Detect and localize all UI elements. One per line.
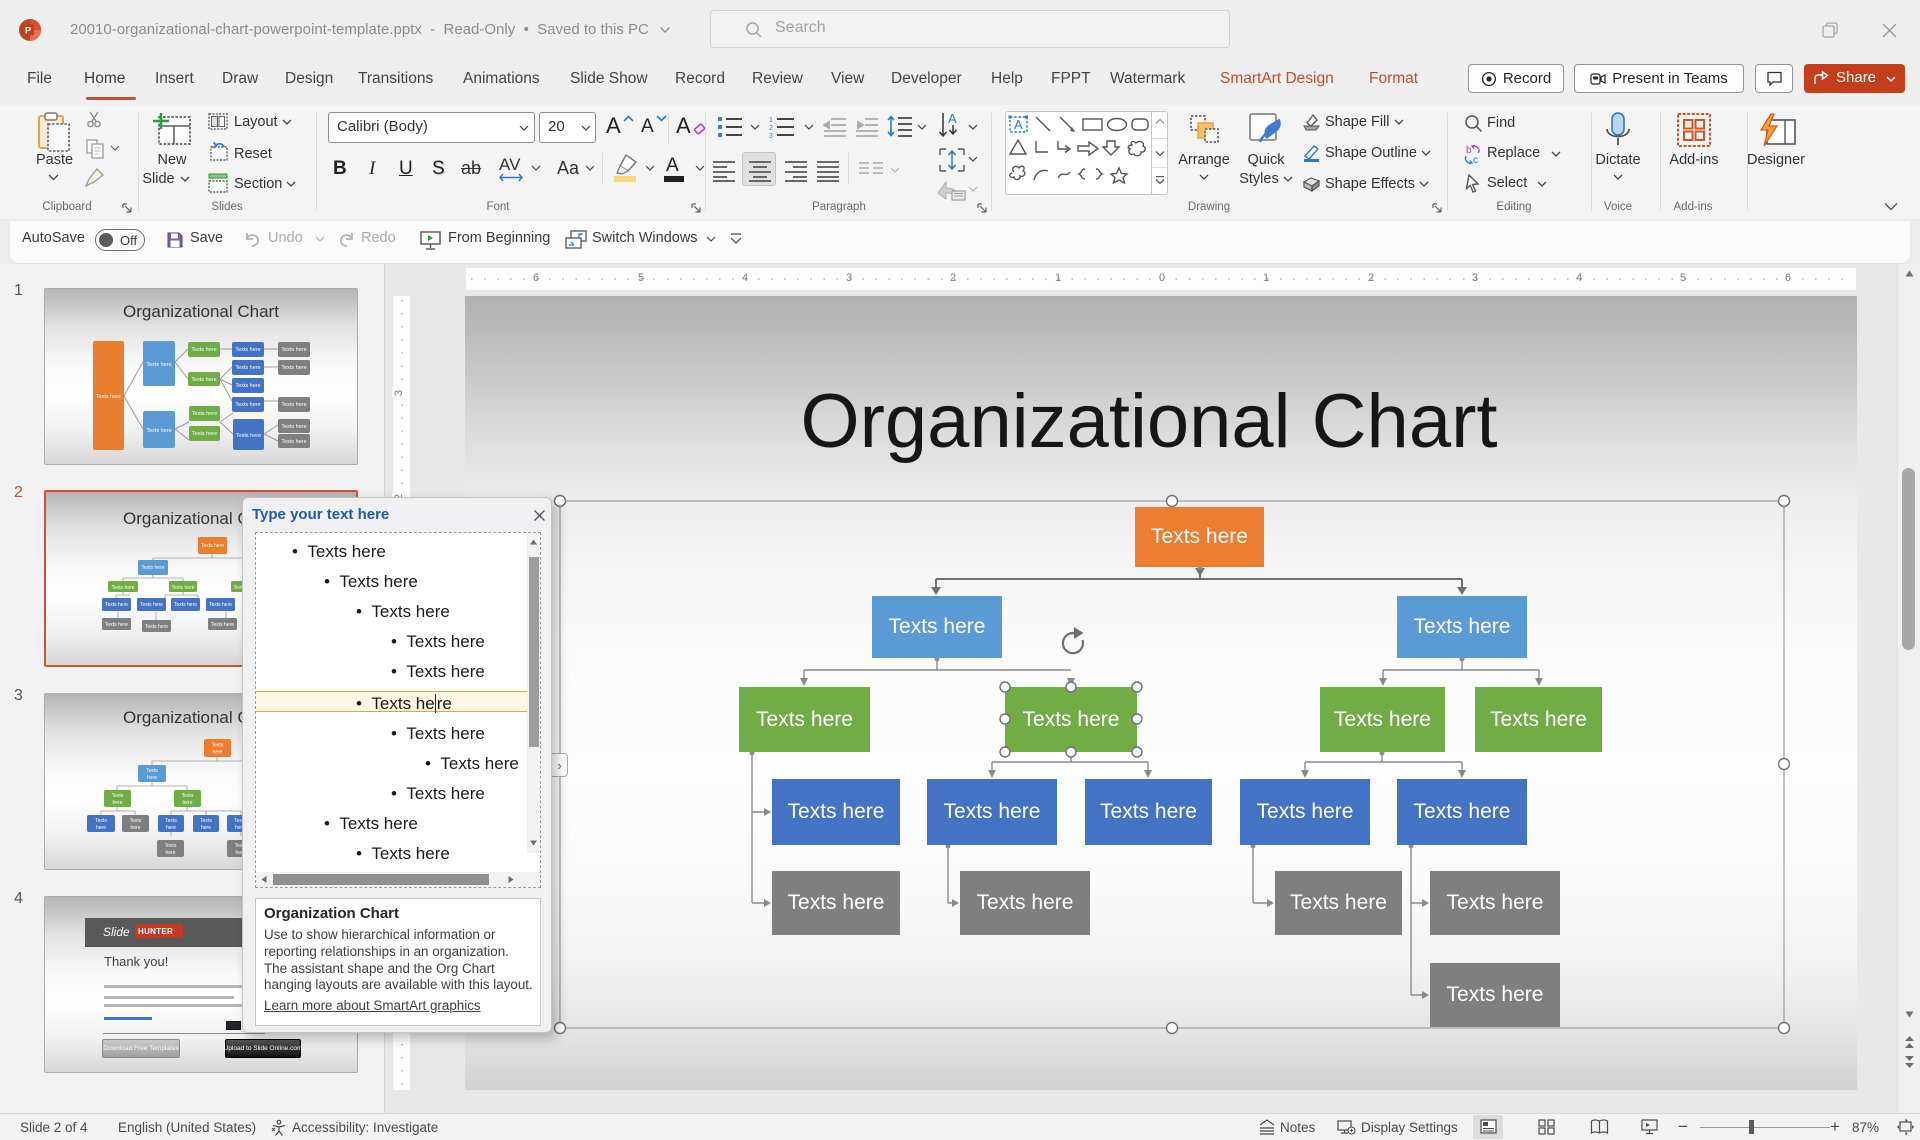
svg-text:Texts here: Texts here (281, 439, 306, 445)
svg-text:2: 2 (769, 125, 773, 132)
svg-text:A: A (948, 111, 957, 126)
svg-text:Texts here: Texts here (140, 602, 163, 608)
svg-text:Texts here: Texts here (192, 431, 217, 437)
svg-text:Texts here: Texts here (171, 585, 194, 591)
svg-text:Texts: Texts (212, 743, 224, 749)
svg-text:here: here (112, 800, 122, 806)
svg-text:1: 1 (769, 117, 773, 124)
svg-text:Texts here: Texts here (105, 602, 128, 608)
svg-text:here: here (212, 750, 222, 756)
svg-text:Texts here: Texts here (146, 362, 171, 368)
svg-text:Texts here: Texts here (235, 402, 260, 408)
svg-text:Texts here: Texts here (145, 624, 168, 630)
svg-text:Texts here: Texts here (191, 377, 216, 383)
svg-text:Texts here: Texts here (209, 602, 232, 608)
svg-text:Texts: Texts (165, 818, 177, 824)
svg-text:Texts here: Texts here (111, 585, 134, 591)
svg-text:Texts here: Texts here (174, 602, 197, 608)
svg-text:b: b (1466, 145, 1472, 156)
svg-text:c: c (1473, 155, 1478, 165)
svg-text:Texts: Texts (182, 793, 194, 799)
svg-text:Texts: Texts (112, 793, 124, 799)
svg-text:Texts here: Texts here (281, 365, 306, 371)
svg-text:here: here (201, 825, 211, 831)
svg-text:here: here (182, 800, 192, 806)
svg-text:Texts here: Texts here (201, 543, 224, 549)
svg-text:here: here (165, 850, 175, 856)
svg-text:Texts here: Texts here (96, 394, 121, 400)
svg-text:Texts here: Texts here (235, 347, 260, 353)
svg-text:Texts here: Texts here (281, 347, 306, 353)
svg-text:Texts here: Texts here (211, 622, 234, 628)
svg-text:here: here (96, 825, 106, 831)
svg-text:here: here (147, 775, 157, 781)
svg-text:3: 3 (769, 133, 773, 139)
svg-text:Texts here: Texts here (236, 433, 261, 439)
svg-text:Texts here: Texts here (235, 365, 260, 371)
svg-text:Texts: Texts (130, 818, 142, 824)
svg-text:Texts here: Texts here (146, 428, 171, 434)
svg-text:here: here (130, 825, 140, 831)
svg-text:Texts here: Texts here (105, 622, 128, 628)
svg-text:Texts here: Texts here (192, 411, 217, 417)
svg-text:Texts: Texts (95, 818, 107, 824)
svg-text:Texts: Texts (165, 843, 177, 849)
svg-text:A: A (1014, 117, 1023, 132)
svg-text:here: here (166, 825, 176, 831)
svg-text:Texts: Texts (200, 818, 212, 824)
svg-text:Texts here: Texts here (281, 402, 306, 408)
svg-text:Texts here: Texts here (281, 424, 306, 430)
svg-text:Texts here: Texts here (235, 383, 260, 389)
svg-text:Texts here: Texts here (141, 565, 164, 571)
svg-text:P: P (25, 26, 32, 37)
svg-text:Texts here: Texts here (191, 347, 216, 353)
svg-text:Texts: Texts (146, 768, 158, 774)
